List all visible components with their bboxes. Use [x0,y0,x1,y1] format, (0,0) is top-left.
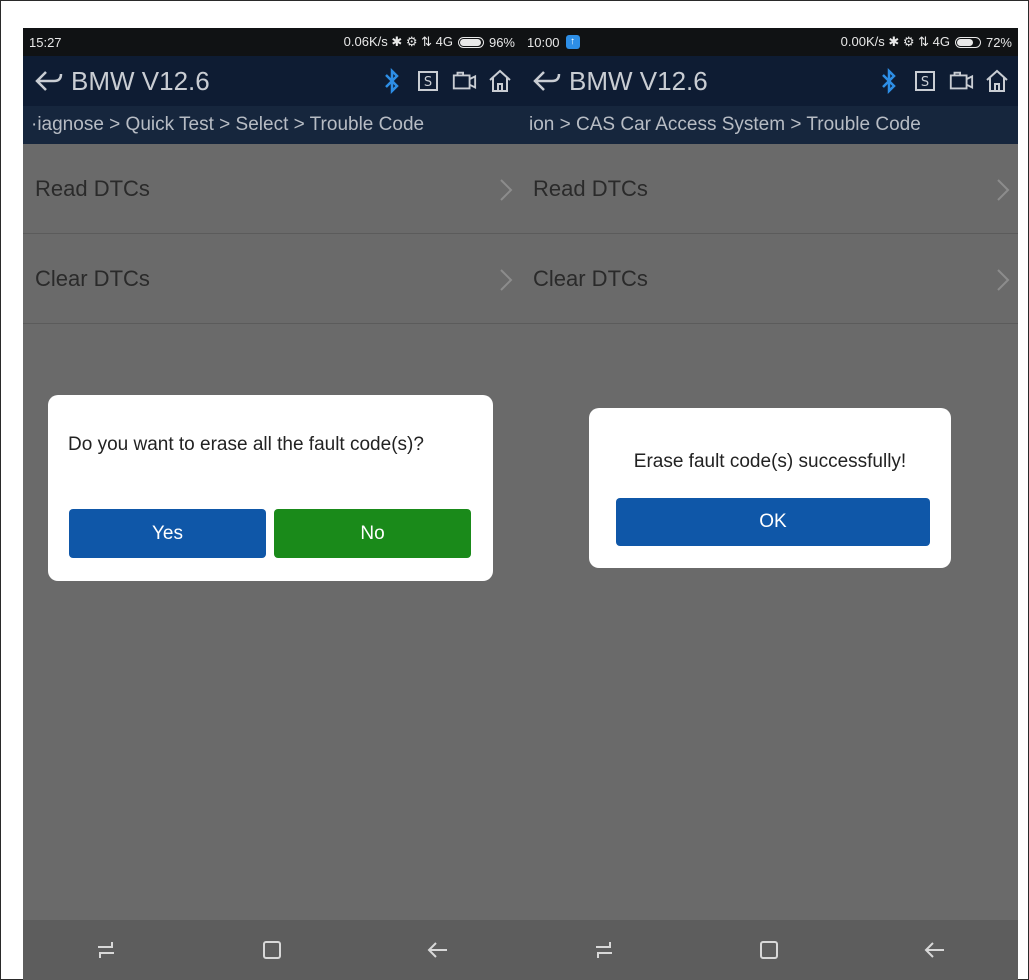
battery-icon [954,36,981,48]
menu-list: Read DTCs Clear DTCs [23,144,521,324]
status-indicators: 0.00K/s ✱ ⚙ ⇅ 4G [840,34,950,49]
battery-percent: 72% [985,34,1012,50]
bluetooth-icon[interactable] [379,68,405,94]
menu-item-read-dtcs[interactable]: Read DTCs [23,144,521,234]
chevron-right-icon [500,179,513,201]
camera-icon[interactable] [451,68,477,94]
breadcrumb: ion > CAS Car Access System > Trouble Co… [521,106,1018,144]
menu-item-label: Clear DTCs [35,265,150,291]
app-title: BMW V12.6 [71,65,210,96]
menu-item-label: Clear DTCs [533,265,648,291]
menu-item-clear-dtcs[interactable]: Clear DTCs [23,234,521,324]
menu-item-clear-dtcs[interactable]: Clear DTCs [521,234,1018,324]
system-nav-bar [23,920,521,980]
status-indicators: 0.06K/s ✱ ⚙ ⇅ 4G [343,34,453,49]
svg-text:S: S [921,75,929,90]
home-icon[interactable] [487,68,513,94]
home-icon[interactable] [984,68,1010,94]
back-icon[interactable] [529,66,565,96]
home-square-icon[interactable] [749,930,789,970]
menu-item-label: Read DTCs [533,175,648,201]
menu-list: Read DTCs Clear DTCs [521,144,1018,324]
app-header: BMW V12.6 S ·iagnose > Quick Test > Sele… [23,56,521,144]
chevron-right-icon [997,269,1010,291]
no-button[interactable]: No [274,509,471,558]
back-arrow-icon[interactable] [915,930,955,970]
recent-apps-icon[interactable] [584,930,624,970]
back-icon[interactable] [31,66,67,96]
bluetooth-icon[interactable] [876,68,902,94]
phone-screen-left: 15:27 0.06K/s ✱ ⚙ ⇅ 4G 96% BMW V12.6 S ·… [23,28,521,980]
status-bar: 15:27 0.06K/s ✱ ⚙ ⇅ 4G 96% [23,28,521,56]
home-square-icon[interactable] [252,930,292,970]
app-title: BMW V12.6 [569,65,708,96]
s-icon[interactable]: S [912,68,938,94]
phone-screen-right: 10:00 ↑ 0.00K/s ✱ ⚙ ⇅ 4G 72% BMW V12.6 S [521,28,1018,980]
dialog-message: Do you want to erase all the fault code(… [68,434,424,455]
chevron-right-icon [500,269,513,291]
yes-button[interactable]: Yes [69,509,266,558]
s-icon[interactable]: S [415,68,441,94]
notification-icon: ↑ [565,35,580,49]
status-bar: 10:00 ↑ 0.00K/s ✱ ⚙ ⇅ 4G 72% [521,28,1018,56]
svg-text:S: S [424,75,432,90]
ok-button[interactable]: OK [616,498,930,546]
chevron-right-icon [997,179,1010,201]
back-arrow-icon[interactable] [418,930,458,970]
menu-item-label: Read DTCs [35,175,150,201]
confirm-dialog: Do you want to erase all the fault code(… [48,395,493,581]
app-header: BMW V12.6 S ion > CAS Car Access System … [521,56,1018,144]
recent-apps-icon[interactable] [86,930,126,970]
battery-percent: 96% [488,34,515,50]
success-dialog: Erase fault code(s) successfully! OK [589,408,951,568]
dialog-message: Erase fault code(s) successfully! [633,451,907,472]
menu-item-read-dtcs[interactable]: Read DTCs [521,144,1018,234]
system-nav-bar [521,920,1018,980]
battery-icon [457,36,484,48]
camera-icon[interactable] [948,68,974,94]
breadcrumb: ·iagnose > Quick Test > Select > Trouble… [23,106,521,144]
status-time: 15:27 [29,34,62,50]
status-time: 10:00 [527,34,560,50]
